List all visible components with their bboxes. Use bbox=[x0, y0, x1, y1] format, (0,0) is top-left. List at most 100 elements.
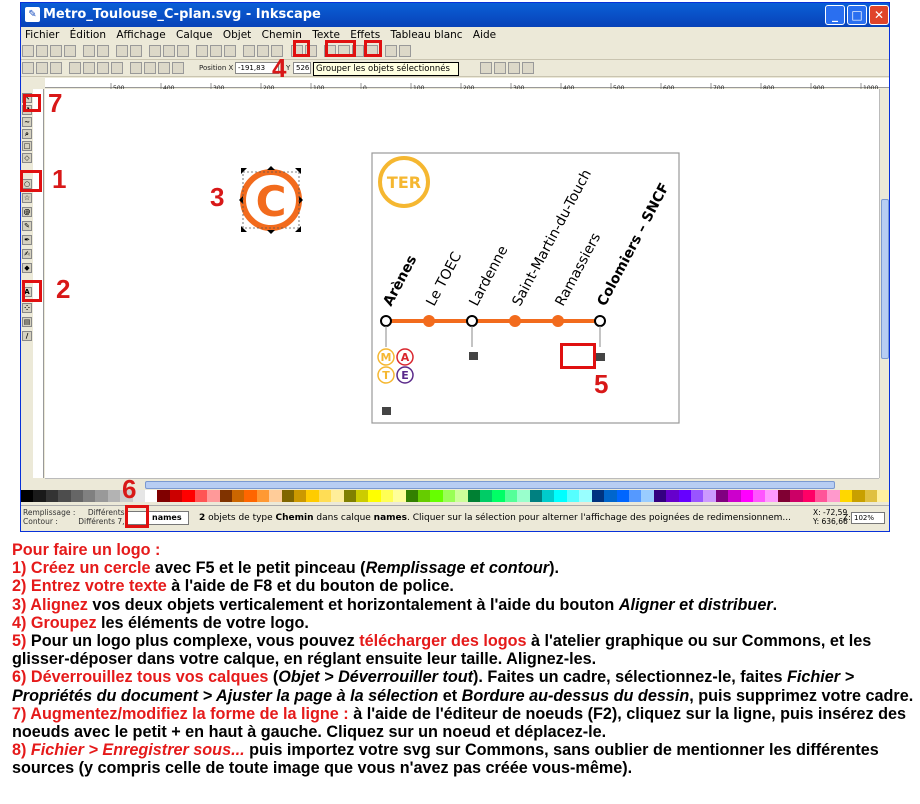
palette-swatch[interactable] bbox=[207, 490, 220, 502]
redo-icon[interactable] bbox=[130, 45, 143, 57]
pencil-tool-icon[interactable]: ✎ bbox=[22, 221, 32, 231]
palette-swatch[interactable] bbox=[318, 490, 332, 502]
paste-icon[interactable] bbox=[177, 45, 190, 57]
palette-swatch[interactable] bbox=[666, 490, 679, 502]
menu-tableau-blanc[interactable]: Tableau blanc bbox=[391, 29, 463, 41]
palette-swatch[interactable] bbox=[628, 490, 642, 502]
vertical-scrollbar[interactable] bbox=[879, 89, 889, 478]
palette-swatch[interactable] bbox=[281, 490, 294, 502]
undo-icon[interactable] bbox=[116, 45, 129, 57]
palette-swatch[interactable] bbox=[765, 490, 778, 502]
menu-calque[interactable]: Calque bbox=[176, 29, 212, 41]
palette-swatch[interactable] bbox=[45, 490, 59, 502]
palette-swatch[interactable] bbox=[641, 490, 654, 502]
document-properties-icon[interactable] bbox=[398, 45, 411, 57]
zoom-drawing-icon[interactable] bbox=[210, 45, 223, 57]
palette-swatch[interactable] bbox=[678, 490, 691, 502]
palette-swatch[interactable] bbox=[827, 490, 840, 502]
transform-patterns-icon[interactable] bbox=[522, 62, 534, 74]
palette-swatch[interactable] bbox=[269, 490, 282, 502]
palette-swatch[interactable] bbox=[368, 490, 381, 502]
palette-swatch[interactable] bbox=[604, 490, 617, 502]
palette-swatch[interactable] bbox=[852, 490, 865, 502]
palette-swatch[interactable] bbox=[442, 490, 456, 502]
palette-swatch[interactable] bbox=[380, 490, 394, 502]
calligraphy-tool-icon[interactable]: ✍ bbox=[22, 249, 32, 259]
raise-top-icon[interactable] bbox=[130, 62, 143, 74]
palette-swatch[interactable] bbox=[529, 490, 543, 502]
palette-swatch[interactable] bbox=[752, 490, 766, 502]
fill-stroke-indicator[interactable]: Remplissage : Différents Contour : Diffé… bbox=[23, 508, 134, 526]
palette-swatch[interactable] bbox=[554, 490, 567, 502]
position-y-field[interactable]: 526 bbox=[293, 62, 311, 74]
duplicate-icon[interactable] bbox=[243, 45, 256, 57]
palette-swatch[interactable] bbox=[492, 490, 505, 502]
rotate-cw-icon[interactable] bbox=[83, 62, 96, 74]
palette-swatch[interactable] bbox=[777, 490, 791, 502]
export-icon[interactable] bbox=[97, 45, 110, 57]
palette-swatch[interactable] bbox=[591, 490, 605, 502]
box3d-tool-icon[interactable]: ◇ bbox=[22, 153, 32, 163]
vertical-scroll-thumb[interactable] bbox=[881, 199, 889, 359]
palette-swatch[interactable] bbox=[58, 490, 71, 502]
palette-swatch[interactable] bbox=[244, 490, 257, 502]
zoom-page-icon[interactable] bbox=[224, 45, 237, 57]
star-tool-icon[interactable]: ☆ bbox=[22, 193, 32, 203]
zoom-field[interactable]: 102% bbox=[851, 512, 885, 524]
palette-swatch[interactable] bbox=[418, 490, 431, 502]
palette-swatch[interactable] bbox=[740, 490, 753, 502]
zoom-tool-icon[interactable]: ⌕ bbox=[22, 129, 32, 139]
spray-tool-icon[interactable]: ⁘ bbox=[22, 303, 32, 313]
logo-letter[interactable]: C bbox=[256, 177, 287, 226]
metro-map-frame[interactable]: TER Arènes Le TOEC LardenneSaint-Martin-du… bbox=[371, 152, 680, 424]
menu-affichage[interactable]: Affichage bbox=[116, 29, 165, 41]
palette-swatch[interactable] bbox=[690, 490, 704, 502]
deselect-icon[interactable] bbox=[50, 62, 62, 74]
palette-swatch[interactable] bbox=[839, 490, 853, 502]
palette-swatch[interactable] bbox=[256, 490, 270, 502]
minimize-button[interactable]: _ bbox=[825, 5, 845, 25]
palette-swatch[interactable] bbox=[95, 490, 108, 502]
palette-swatch[interactable] bbox=[355, 490, 369, 502]
palette-swatch[interactable] bbox=[653, 490, 667, 502]
flip-v-icon[interactable] bbox=[111, 62, 124, 74]
zoom-selection-icon[interactable] bbox=[196, 45, 209, 57]
dropper-tool-icon[interactable]: / bbox=[22, 331, 32, 341]
palette-swatch[interactable] bbox=[802, 490, 815, 502]
scale-stroke-icon[interactable] bbox=[480, 62, 492, 74]
spiral-tool-icon[interactable]: @ bbox=[22, 207, 32, 217]
palette-swatch[interactable] bbox=[703, 490, 716, 502]
palette-swatch[interactable] bbox=[21, 490, 34, 502]
color-palette[interactable] bbox=[21, 490, 890, 502]
station-dot[interactable] bbox=[380, 315, 392, 327]
logo-group[interactable]: C bbox=[239, 166, 303, 234]
palette-swatch[interactable] bbox=[877, 490, 890, 502]
flip-h-icon[interactable] bbox=[97, 62, 110, 74]
horizontal-scrollbar[interactable] bbox=[45, 478, 879, 490]
palette-swatch[interactable] bbox=[566, 490, 580, 502]
horizontal-scroll-thumb[interactable] bbox=[145, 481, 835, 489]
palette-swatch[interactable] bbox=[182, 490, 195, 502]
palette-swatch[interactable] bbox=[33, 490, 46, 502]
palette-swatch[interactable] bbox=[579, 490, 592, 502]
palette-swatch[interactable] bbox=[815, 490, 828, 502]
station-dot[interactable] bbox=[552, 315, 564, 327]
gradient-tool-icon[interactable]: ▤ bbox=[22, 317, 32, 327]
palette-swatch[interactable] bbox=[306, 490, 319, 502]
raise-icon[interactable] bbox=[144, 62, 157, 74]
palette-swatch[interactable] bbox=[70, 490, 84, 502]
import-icon[interactable] bbox=[83, 45, 96, 57]
palette-swatch[interactable] bbox=[480, 490, 493, 502]
palette-swatch[interactable] bbox=[616, 490, 629, 502]
select-all-icon[interactable] bbox=[22, 62, 34, 74]
palette-swatch[interactable] bbox=[467, 490, 481, 502]
palette-swatch[interactable] bbox=[343, 490, 356, 502]
paint-bucket-icon[interactable]: ◆ bbox=[22, 263, 32, 273]
station-dot[interactable] bbox=[509, 315, 521, 327]
palette-swatch[interactable] bbox=[219, 490, 232, 502]
palette-swatch[interactable] bbox=[504, 490, 518, 502]
open-file-icon[interactable] bbox=[36, 45, 48, 57]
pen-tool-icon[interactable]: ✒ bbox=[22, 235, 32, 245]
rect-tool-icon[interactable]: □ bbox=[22, 141, 32, 151]
palette-swatch[interactable] bbox=[331, 490, 344, 502]
